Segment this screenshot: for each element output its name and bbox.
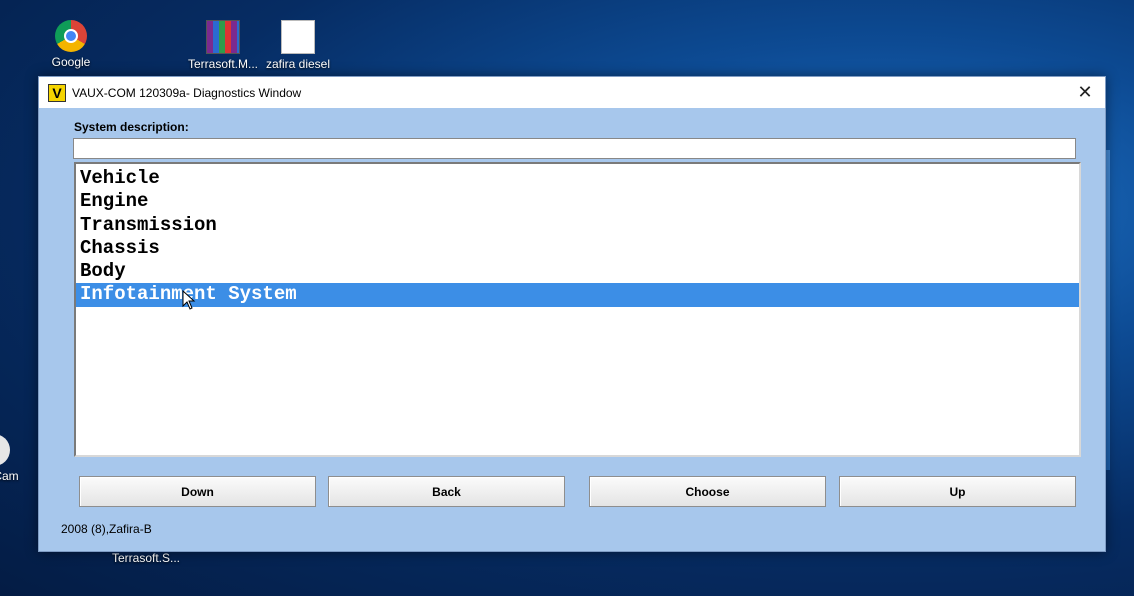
window-titlebar[interactable]: V VAUX-COM 120309a- Diagnostics Window ✕ xyxy=(39,77,1105,108)
desktop-icon-label: zafira diesel xyxy=(265,57,331,71)
desktop-light-accent xyxy=(1106,150,1110,470)
systems-listbox[interactable]: Vehicle Engine Transmission Chassis Body Info… xyxy=(74,162,1081,457)
vehicle-info-status: 2008 (8),Zafira-B xyxy=(61,522,152,536)
file-icon xyxy=(281,20,315,54)
list-item[interactable]: Body xyxy=(76,260,1079,283)
camera-icon xyxy=(0,434,10,466)
desktop-icon-label: Google xyxy=(51,55,91,69)
back-button[interactable]: Back xyxy=(328,476,565,507)
list-item[interactable]: Vehicle xyxy=(76,167,1079,190)
desktop-icon-zafira-diesel[interactable]: zafira diesel xyxy=(253,20,343,71)
desktop-icon-label: Terrasoft.M... xyxy=(187,57,258,71)
up-button[interactable]: Up xyxy=(839,476,1076,507)
winrar-icon xyxy=(206,20,240,54)
diagnostics-window: V VAUX-COM 120309a- Diagnostics Window ✕… xyxy=(38,76,1106,552)
system-description-label: System description: xyxy=(74,120,189,134)
system-description-field[interactable] xyxy=(73,138,1076,159)
list-item[interactable]: Infotainment System xyxy=(76,283,1079,307)
desktop-icon-terrasoft-s[interactable]: Terrasoft.S... xyxy=(101,551,191,565)
desktop-icon-label: Cam xyxy=(0,469,19,483)
desktop-icon-cam[interactable]: Cam xyxy=(0,434,24,483)
choose-button[interactable]: Choose xyxy=(589,476,826,507)
chrome-icon xyxy=(55,20,87,52)
mouse-pointer-icon xyxy=(182,290,196,310)
close-button[interactable]: ✕ xyxy=(1071,80,1099,104)
list-item[interactable]: Transmission xyxy=(76,214,1079,237)
vauxcom-logo-icon: V xyxy=(48,83,66,102)
desktop-icon-google-chrome[interactable]: Google xyxy=(26,20,116,69)
list-item[interactable]: Chassis xyxy=(76,237,1079,260)
window-title: VAUX-COM 120309a- Diagnostics Window xyxy=(72,85,302,100)
down-button[interactable]: Down xyxy=(79,476,316,507)
desktop-icon-label: Terrasoft.S... xyxy=(111,551,181,565)
list-item[interactable]: Engine xyxy=(76,190,1079,213)
